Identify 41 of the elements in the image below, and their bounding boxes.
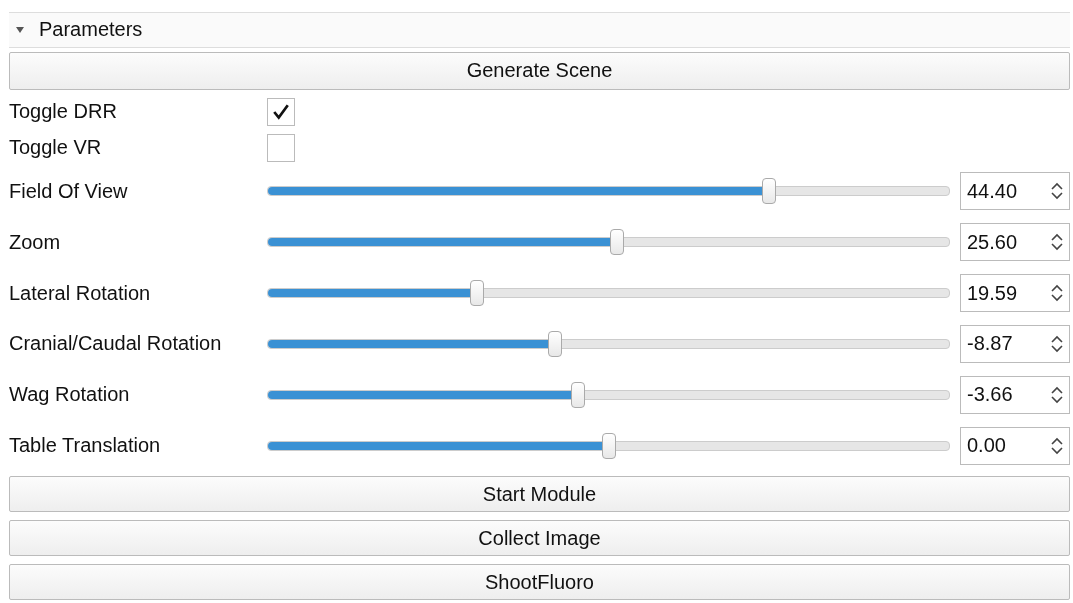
spin-arrows-icon: [1051, 232, 1063, 253]
checkbox[interactable]: [267, 97, 295, 126]
slider-label: Zoom: [9, 230, 62, 254]
slider-handle[interactable]: [610, 229, 625, 256]
slider-label: Wag Rotation: [9, 383, 131, 407]
slider-handle[interactable]: [570, 381, 585, 408]
section-header[interactable]: Parameters: [9, 12, 1070, 48]
slider[interactable]: [267, 280, 950, 306]
section-title: Parameters: [39, 18, 143, 42]
spin-box[interactable]: -8.87: [960, 324, 1070, 363]
slider-label: Field Of View: [9, 179, 129, 203]
slider-label: Lateral Rotation: [9, 281, 152, 305]
toggle-label: Toggle VR: [9, 136, 103, 160]
spin-arrows-icon: [1051, 435, 1063, 456]
slider[interactable]: [267, 381, 950, 408]
spin-arrows-icon: [1051, 333, 1063, 354]
slider[interactable]: [267, 178, 950, 205]
spin-arrows-icon: [1051, 283, 1063, 303]
spin-box[interactable]: -3.66: [960, 375, 1070, 414]
slider-handle[interactable]: [470, 280, 485, 306]
slider-label: Table Translation: [9, 434, 162, 458]
slider-label: Cranial/Caudal Rotation: [9, 332, 223, 356]
slider[interactable]: [267, 432, 950, 459]
slider-handle[interactable]: [547, 330, 562, 357]
slider[interactable]: [267, 330, 950, 357]
toggle-label: Toggle DRR: [9, 100, 118, 124]
spin-arrows-icon: [1051, 384, 1063, 405]
action-button[interactable]: Collect Image: [9, 520, 1070, 557]
checkbox[interactable]: [267, 133, 295, 162]
slider[interactable]: [267, 229, 950, 256]
spin-box[interactable]: 44.40: [960, 172, 1070, 211]
spin-box[interactable]: 19.59: [960, 274, 1070, 312]
generate-button[interactable]: Generate Scene: [9, 51, 1070, 90]
spin-box[interactable]: 25.60: [960, 223, 1070, 262]
action-button[interactable]: Start Module: [9, 476, 1070, 513]
action-button[interactable]: ShootFluoro: [9, 564, 1070, 600]
spin-arrows-icon: [1051, 181, 1063, 202]
slider-handle[interactable]: [601, 432, 616, 459]
check-icon: [272, 102, 290, 121]
slider-handle[interactable]: [762, 178, 776, 205]
spin-box[interactable]: 0.00: [960, 426, 1070, 465]
